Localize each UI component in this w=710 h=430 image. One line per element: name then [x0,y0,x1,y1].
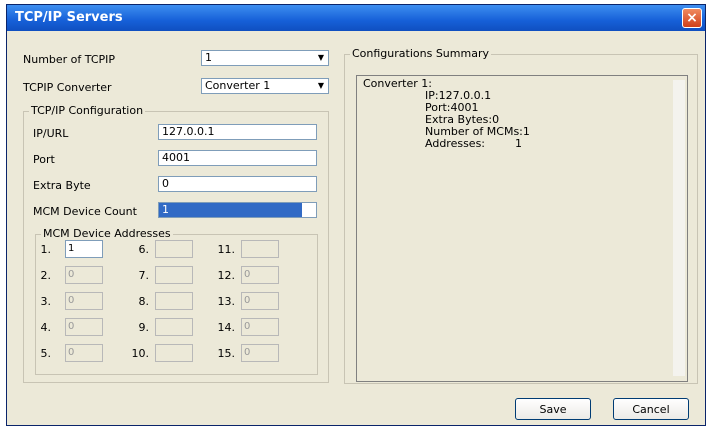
port-label: Port [33,153,55,166]
addr-field[interactable] [155,266,193,284]
summary-label: Configurations Summary [350,47,491,60]
addr-num: 11. [217,243,236,256]
converter-select[interactable]: Converter 1 ▼ [201,78,329,94]
addr-field[interactable]: 0 [65,318,103,336]
addr-num: 15. [217,347,236,360]
close-icon: × [686,10,698,26]
converter-value: Converter 1 [205,79,271,92]
save-button[interactable]: Save [515,398,591,420]
addr-num: 8. [138,295,150,308]
addr-num: 13. [217,295,236,308]
chevron-down-icon[interactable]: ▼ [314,51,328,65]
addr-num: 7. [138,269,150,282]
addr-num: 12. [217,269,236,282]
num-tcpip-select[interactable]: 1 ▼ [201,50,329,66]
summary-line: Addresses: [425,137,486,150]
addr-field[interactable]: 0 [241,318,279,336]
summary-line: 1 [515,137,523,150]
chevron-down-icon[interactable]: ▼ [314,79,328,93]
cancel-button[interactable]: Cancel [613,398,689,420]
addr-num: 6. [138,243,150,256]
addr-num: 2. [40,269,52,282]
addr-field[interactable]: 0 [65,266,103,284]
mcm-count-select[interactable]: 1 ▼ [158,202,317,218]
window-title: TCP/IP Servers [15,10,123,25]
tcpip-config-label: TCP/IP Configuration [29,104,146,117]
addr-field[interactable] [241,240,279,258]
addr-num: 4. [40,321,52,334]
ip-label: IP/URL [33,127,69,140]
addr-field[interactable] [155,292,193,310]
addr-field[interactable]: 0 [241,266,279,284]
addr-num: 14. [217,321,236,334]
title-bar[interactable]: TCP/IP Servers × [7,5,705,31]
addr-num: 1. [40,243,52,256]
addr-field[interactable] [155,318,193,336]
addr-field[interactable]: 0 [65,344,103,362]
addr-field[interactable]: 0 [241,344,279,362]
addr-num: 3. [40,295,52,308]
summary-textbox[interactable]: Converter 1: IP:127.0.0.1 Port:4001 Extr… [356,75,688,382]
dialog-window: TCP/IP Servers × Number of TCPIP 1 ▼ TCP… [6,4,706,426]
addr-field[interactable] [155,240,193,258]
summary-content: Converter 1: IP:127.0.0.1 Port:4001 Extr… [363,78,530,150]
ip-field[interactable]: 127.0.0.1 [158,124,317,140]
addr-num: 10. [131,347,150,360]
chevron-down-icon[interactable]: ▼ [302,203,316,217]
extra-byte-label: Extra Byte [33,179,91,192]
summary-scrollbar[interactable] [673,80,685,376]
addr-field[interactable]: 0 [65,292,103,310]
addr-field[interactable]: 0 [241,292,279,310]
addr-num: 5. [40,347,52,360]
close-button[interactable]: × [682,8,702,28]
extra-byte-field[interactable]: 0 [158,176,317,192]
num-tcpip-value: 1 [205,51,212,64]
addr-field[interactable] [155,344,193,362]
mcm-count-value: 1 [162,203,169,216]
num-tcpip-label: Number of TCPIP [23,53,116,66]
port-field[interactable]: 4001 [158,150,317,166]
mcm-addresses-label: MCM Device Addresses [41,227,173,240]
addr-field[interactable]: 1 [65,240,103,258]
addr-num: 9. [138,321,150,334]
converter-label: TCPIP Converter [23,81,112,94]
mcm-count-label: MCM Device Count [33,205,137,218]
